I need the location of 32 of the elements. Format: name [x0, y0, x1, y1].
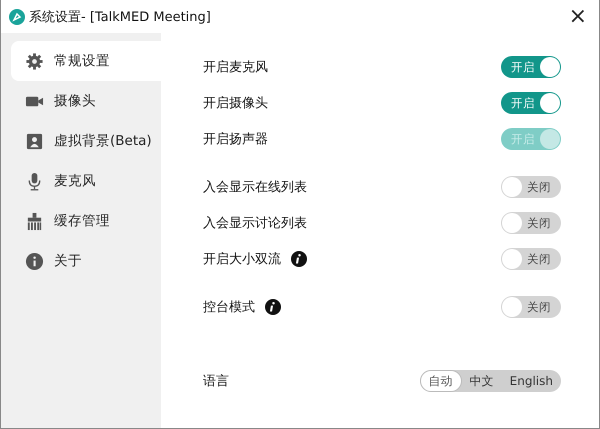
- setting-label: 入会显示在线列表: [203, 179, 307, 196]
- app-logo-icon: [9, 8, 25, 24]
- setting-label: 语言: [203, 373, 229, 390]
- setting-label: 开启麦克风: [203, 59, 268, 76]
- gear-icon: [25, 52, 44, 70]
- toggle-switch[interactable]: 开启: [501, 92, 561, 114]
- toggle-switch[interactable]: 关闭: [501, 212, 561, 234]
- sidebar-item[interactable]: 摄像头: [11, 81, 161, 121]
- language-option[interactable]: 自动: [420, 370, 462, 392]
- broom-icon: [25, 212, 44, 230]
- sidebar-item[interactable]: 麦克风: [11, 161, 161, 201]
- window-title: 系统设置- [TalkMED Meeting]: [29, 8, 211, 26]
- setting-label: 开启摄像头: [203, 95, 268, 112]
- toggle-switch[interactable]: 关闭: [501, 176, 561, 198]
- portrait-icon: [25, 132, 44, 150]
- setting-label: 开启大小双流: [203, 251, 281, 268]
- toggle-switch[interactable]: 开启: [501, 56, 561, 78]
- sidebar-item[interactable]: 缓存管理: [11, 201, 161, 241]
- toggle-switch[interactable]: 关闭: [501, 248, 561, 270]
- close-button[interactable]: ×: [564, 6, 591, 28]
- setting-label: 入会显示讨论列表: [203, 215, 307, 232]
- info-icon: [25, 252, 44, 270]
- setting-label: 控台模式: [203, 299, 255, 316]
- info-icon[interactable]: [265, 299, 281, 315]
- language-option[interactable]: English: [502, 370, 561, 392]
- sidebar-item[interactable]: 常规设置: [11, 41, 161, 81]
- sidebar-item[interactable]: 关于: [11, 241, 161, 281]
- sidebar-item[interactable]: 虚拟背景(Beta): [11, 121, 161, 161]
- toggle-switch[interactable]: 关闭: [501, 296, 561, 318]
- setting-label: 开启扬声器: [203, 131, 268, 148]
- info-icon[interactable]: [291, 251, 307, 267]
- language-option[interactable]: 中文: [462, 370, 502, 392]
